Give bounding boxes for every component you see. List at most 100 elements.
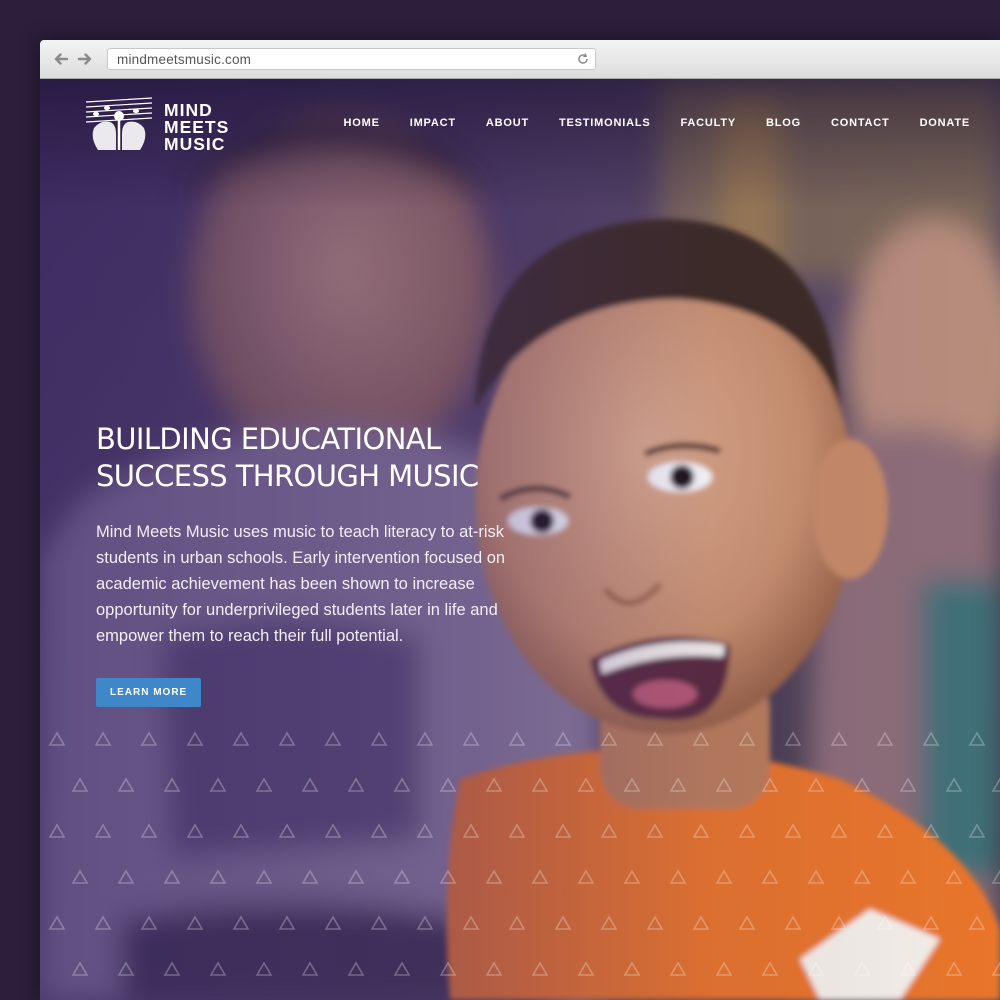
pattern-triangle	[784, 915, 802, 930]
pattern-triangle	[485, 777, 503, 792]
browser-toolbar: mindmeetsmusic.com	[40, 40, 1000, 79]
pattern-triangle	[669, 777, 687, 792]
pattern-triangle	[370, 731, 388, 746]
nav-blog[interactable]: BLOG	[766, 117, 801, 131]
pattern-triangle	[94, 731, 112, 746]
pattern-triangle	[209, 961, 227, 976]
pattern-triangle	[623, 777, 641, 792]
nav-faculty[interactable]: FACULTY	[681, 117, 737, 131]
pattern-triangle	[255, 777, 273, 792]
pattern-triangle	[807, 869, 825, 884]
pattern-triangle	[531, 961, 549, 976]
pattern-triangle	[324, 823, 342, 838]
pattern-triangle	[807, 777, 825, 792]
nav-impact[interactable]: IMPACT	[410, 117, 456, 131]
pattern-triangle	[393, 961, 411, 976]
pattern-triangle	[48, 823, 66, 838]
learn-more-button[interactable]: LEARN MORE	[96, 678, 202, 707]
back-arrow-icon[interactable]	[53, 51, 69, 67]
pattern-triangle	[692, 915, 710, 930]
pattern-triangle	[140, 731, 158, 746]
pattern-triangle	[439, 961, 457, 976]
pattern-triangle	[531, 777, 549, 792]
pattern-triangle	[347, 869, 365, 884]
pattern-triangle	[738, 823, 756, 838]
pattern-triangle	[669, 869, 687, 884]
pattern-triangle	[853, 869, 871, 884]
pattern-triangle	[968, 823, 986, 838]
pattern-triangle	[876, 823, 894, 838]
pattern-triangle	[117, 777, 135, 792]
pattern-triangle	[71, 777, 89, 792]
pattern-triangle	[71, 869, 89, 884]
pattern-triangle	[830, 731, 848, 746]
url-text: mindmeetsmusic.com	[117, 52, 252, 67]
pattern-triangle	[577, 961, 595, 976]
pattern-triangle	[738, 915, 756, 930]
site-logo[interactable]: MIND MEETS MUSIC	[80, 94, 240, 156]
pattern-triangle	[922, 823, 940, 838]
pattern-triangle	[577, 869, 595, 884]
pattern-triangle	[370, 915, 388, 930]
pattern-triangle	[140, 915, 158, 930]
nav-testimonials[interactable]: TESTIMONIALS	[559, 117, 651, 131]
pattern-triangle	[163, 869, 181, 884]
pattern-triangle	[830, 915, 848, 930]
hero-title-line2: SUCCESS THROUGH MUSIC	[96, 459, 479, 493]
pattern-triangle	[485, 961, 503, 976]
pattern-triangle	[646, 731, 664, 746]
pattern-triangle	[370, 823, 388, 838]
pattern-triangle	[163, 961, 181, 976]
pattern-triangle	[968, 915, 986, 930]
pattern-triangle	[485, 869, 503, 884]
pattern-triangle	[577, 777, 595, 792]
nav-home[interactable]: HOME	[344, 117, 380, 131]
hero-title-line1: BUILDING EDUCATIONAL	[96, 422, 441, 456]
pattern-triangle	[278, 823, 296, 838]
pattern-triangle	[761, 961, 779, 976]
pattern-triangle	[830, 823, 848, 838]
pattern-triangle	[278, 731, 296, 746]
pattern-triangle	[554, 823, 572, 838]
pattern-triangle	[600, 731, 618, 746]
pattern-triangle	[508, 915, 526, 930]
hero-description: Mind Meets Music uses music to teach lit…	[96, 523, 506, 645]
pattern-triangle	[163, 777, 181, 792]
pattern-triangle	[692, 823, 710, 838]
pattern-triangle	[623, 869, 641, 884]
pattern-triangle	[853, 961, 871, 976]
pattern-triangle	[186, 731, 204, 746]
pattern-triangle	[48, 731, 66, 746]
forward-arrow-icon[interactable]	[77, 51, 93, 67]
logo-wordmark: MIND MEETS MUSIC	[164, 101, 229, 153]
nav-about[interactable]: ABOUT	[486, 117, 529, 131]
pattern-triangle	[508, 823, 526, 838]
main-navigation: HOME IMPACT ABOUT TESTIMONIALS FACULTY B…	[314, 117, 970, 131]
pattern-triangle	[876, 915, 894, 930]
pattern-triangle	[416, 915, 434, 930]
pattern-triangle	[117, 961, 135, 976]
pattern-triangle	[462, 823, 480, 838]
hero-section: BUILDING EDUCATIONAL SUCCESS THROUGH MUS…	[96, 421, 536, 707]
reload-icon[interactable]	[576, 52, 590, 66]
pattern-triangle	[715, 869, 733, 884]
pattern-triangle	[209, 777, 227, 792]
pattern-triangle	[232, 915, 250, 930]
address-bar[interactable]: mindmeetsmusic.com	[107, 48, 596, 70]
pattern-triangle	[94, 823, 112, 838]
pattern-triangle	[715, 961, 733, 976]
pattern-triangle	[807, 961, 825, 976]
pattern-triangle	[324, 915, 342, 930]
pattern-triangle	[94, 915, 112, 930]
pattern-triangle	[669, 961, 687, 976]
pattern-triangle	[600, 915, 618, 930]
pattern-triangle	[761, 869, 779, 884]
nav-donate[interactable]: DONATE	[920, 117, 970, 131]
pattern-triangle	[899, 777, 917, 792]
pattern-triangle	[462, 915, 480, 930]
nav-contact[interactable]: CONTACT	[831, 117, 890, 131]
pattern-triangle	[922, 731, 940, 746]
pattern-triangle	[416, 731, 434, 746]
pattern-triangle	[646, 915, 664, 930]
pattern-triangle	[784, 823, 802, 838]
